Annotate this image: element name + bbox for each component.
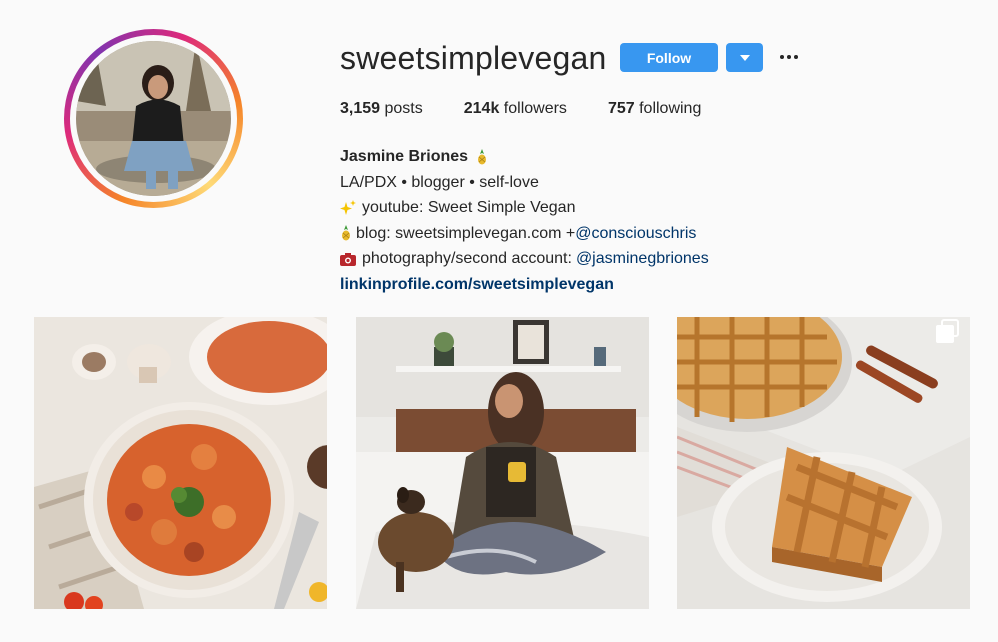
bio-line: blog: sweetsimplevegan.com + @consciousc…	[340, 221, 709, 247]
post-thumbnail[interactable]	[677, 317, 970, 609]
bio-line: youtube: Sweet Simple Vegan	[340, 195, 709, 221]
following-stat[interactable]: 757 following	[608, 100, 701, 118]
post-thumbnail[interactable]	[356, 317, 649, 609]
profile-avatar-ring[interactable]	[64, 29, 243, 208]
profile-bio: Jasmine Briones LA/PDX • blogger • self-…	[340, 144, 709, 297]
following-count: 757	[607, 100, 635, 117]
mention-link[interactable]: @jasminegbriones	[576, 246, 709, 272]
suggestions-dropdown-button[interactable]	[726, 43, 763, 72]
more-dots-icon	[794, 55, 798, 59]
profile-stats: 3,159 posts 214k followers 757 following	[340, 100, 742, 118]
posts-stat: 3,159 posts	[340, 100, 423, 118]
bio-name-line: Jasmine Briones	[340, 144, 709, 170]
posts-label: posts	[384, 100, 423, 117]
pineapple-icon	[340, 225, 352, 241]
mention-link[interactable]: @consciouschris	[575, 221, 696, 247]
bio-youtube-text: youtube: Sweet Simple Vegan	[362, 199, 576, 216]
caret-down-icon	[739, 54, 750, 61]
pie-slice-image	[677, 317, 970, 609]
more-dots-icon	[780, 55, 784, 59]
sparkles-icon	[340, 199, 356, 216]
profile-avatar[interactable]	[76, 41, 231, 196]
pineapple-icon	[474, 148, 490, 165]
follow-button[interactable]: Follow	[620, 43, 718, 72]
bio-line: LA/PDX • blogger • self-love	[340, 173, 539, 191]
followers-stat[interactable]: 214k followers	[464, 100, 567, 118]
bio-blog-text: blog: sweetsimplevegan.com +	[356, 224, 576, 242]
posts-count: 3,159	[340, 100, 381, 117]
bio-line: photography/second account: @jasminegbri…	[340, 246, 709, 272]
camera-icon	[340, 251, 356, 267]
bio-line: linkinprofile.com/sweetsimplevegan	[340, 272, 709, 298]
more-dots-icon	[787, 55, 791, 59]
profile-username: sweetsimplevegan	[340, 40, 607, 76]
avatar-frame	[70, 35, 237, 202]
post-thumbnail[interactable]	[34, 317, 327, 609]
woman-with-dog-image	[356, 317, 649, 609]
following-label: following	[639, 100, 702, 117]
bio-website-link[interactable]: linkinprofile.com/sweetsimplevegan	[340, 272, 614, 298]
pasta-dish-image	[34, 317, 327, 609]
multiple-images-icon	[936, 325, 954, 343]
followers-count: 214k	[463, 100, 500, 117]
bio-photography-text: photography/second account:	[362, 250, 572, 267]
more-options-button[interactable]	[777, 47, 801, 67]
followers-label: followers	[503, 100, 567, 117]
bio-full-name: Jasmine Briones	[340, 148, 469, 165]
